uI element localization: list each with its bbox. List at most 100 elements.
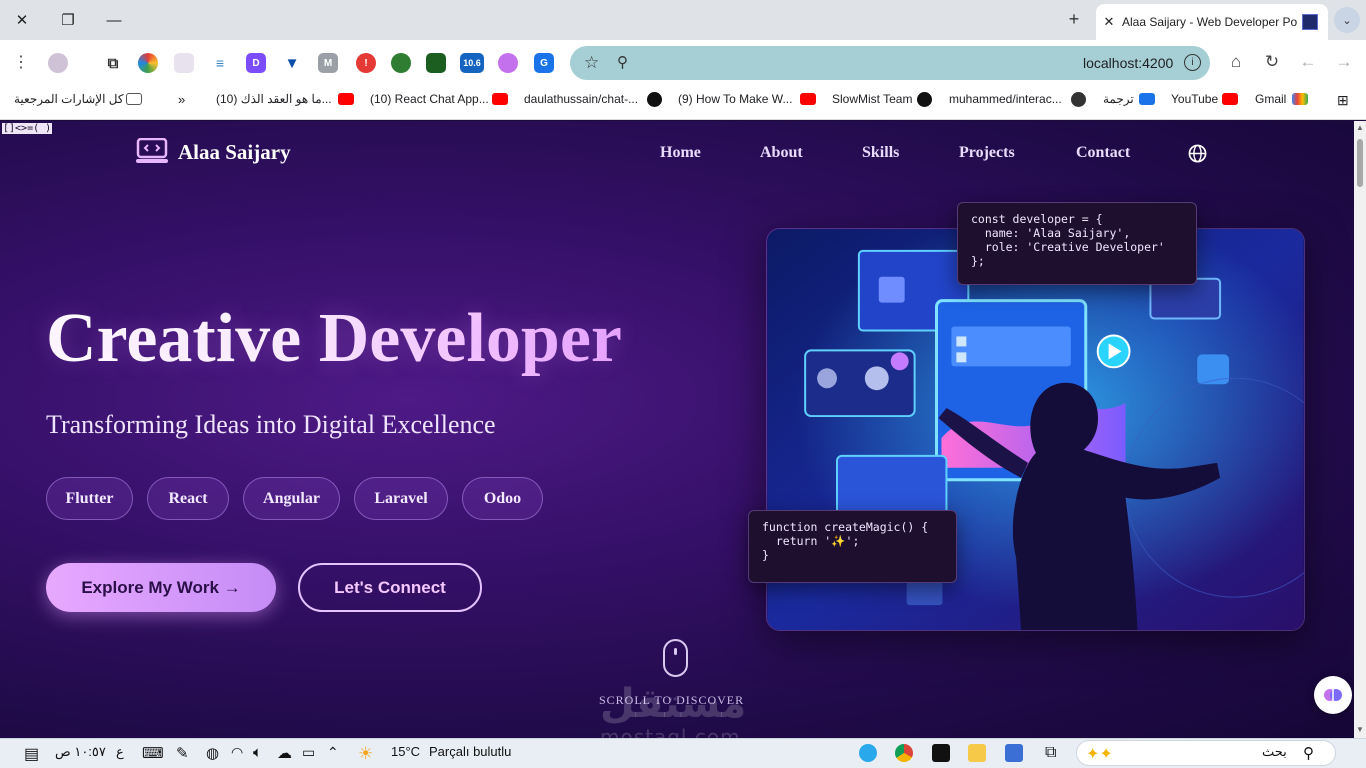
camera-icon[interactable]: ◍ [206,744,219,762]
weather-icon[interactable]: ☀ [358,744,373,764]
menu-dots-icon[interactable]: ⋮ [10,52,32,72]
chat-bubble-icon [1197,354,1230,385]
minimize-window-button[interactable]: — [100,8,128,32]
site-logo[interactable]: Alaa Saijary [178,140,291,165]
app-icon[interactable] [932,744,950,762]
taskbar-clock[interactable]: ١٠:٥٧ ص [55,744,106,760]
extensions-puzzle-icon[interactable]: ⧉ [103,53,123,73]
translate-extension-icon[interactable]: G [534,53,554,73]
tech-chip-flutter: Flutter [46,477,133,520]
site-info-icon[interactable]: i [1184,54,1201,71]
bookmark-youtube[interactable]: YouTube [1171,92,1218,106]
folder-icon [126,93,142,105]
site-permissions-icon[interactable]: ⚲ [617,53,628,71]
check-badge-icon [890,352,909,371]
tech-chip-angular: Angular [243,477,340,520]
profile-avatar[interactable] [48,53,68,73]
youtube-icon [1222,93,1238,105]
color-picker-extension-icon[interactable] [138,53,158,73]
chrome-icon[interactable] [895,744,913,762]
tab-title: Alaa Saijary - Web Developer Po [1122,15,1298,29]
volume-icon[interactable]: 🔈︎ [253,744,262,761]
close-tab-icon[interactable]: ✕ [1096,14,1122,30]
url-text[interactable]: localhost:4200 [1083,55,1173,71]
tech-chip-laravel: Laravel [354,477,448,520]
nav-about[interactable]: About [760,144,803,162]
bag-icon [878,276,905,303]
nav-skills[interactable]: Skills [862,144,899,162]
youtube-icon [492,93,508,105]
copilot-sparkle-icon[interactable]: ✦✦ [1086,744,1113,764]
translate-icon [1139,93,1155,105]
extension-icon[interactable] [174,53,194,73]
v-extension-icon[interactable]: ▼ [282,53,302,73]
input-language[interactable]: ع [116,744,124,760]
stripes-extension-icon[interactable]: ≡ [210,53,230,73]
bookmark-slowmist[interactable]: SlowMist Team [832,92,912,106]
code-snippet-create-magic: function createMagic() { return '✨'; } [748,510,957,583]
search-icon[interactable]: ⚲ [1303,744,1314,762]
lets-connect-button[interactable]: Let's Connect [298,563,482,612]
scroll-mouse-icon[interactable] [663,639,688,677]
restore-window-button[interactable]: ❐ [54,8,82,32]
mail-checker-extension-icon[interactable]: M [318,53,338,73]
tab-search-button[interactable]: ⌄ [1334,7,1360,33]
explore-work-button[interactable]: Explore My Work → [46,563,276,612]
nav-projects[interactable]: Projects [959,144,1015,162]
bookmark-translate[interactable]: ترجمة [1103,92,1134,106]
bookmark-how-to-make[interactable]: (9) How To Make W... [678,92,792,106]
evernote-extension-icon[interactable] [391,53,411,73]
cloud-icon[interactable]: ☁ [277,744,292,762]
close-window-button[interactable]: ✕ [8,8,36,32]
nav-contact[interactable]: Contact [1076,144,1130,162]
bookmark-daulathussain[interactable]: daulathussain/chat-... [524,92,638,106]
store-icon[interactable] [1005,744,1023,762]
forward-icon[interactable]: → [1333,52,1355,72]
bookmark-gmail[interactable]: Gmail [1255,92,1286,106]
active-tab[interactable]: ✕ Alaa Saijary - Web Developer Po [1096,4,1328,40]
checkbox-icon [956,352,967,363]
reload-icon[interactable]: ↻ [1261,52,1283,72]
notifications-icon[interactable]: ▤ [24,744,39,764]
language-globe-icon[interactable] [1188,144,1207,163]
wifi-icon[interactable]: ◠ [231,744,243,761]
scrollbar-thumb[interactable] [1357,139,1363,187]
pen-icon[interactable]: ✎ [176,744,189,762]
youtube-icon [338,93,354,105]
taskbar-search[interactable] [1076,740,1336,766]
hero-title: Creative Developer [46,300,622,377]
portfolio-page: []<>=( ) Alaa Saijary Home About Skills … [0,121,1354,738]
debug-text: []<>=( ) [2,123,53,134]
battery-icon[interactable]: ▭ [302,744,315,761]
checkbox-icon [956,336,967,347]
version-extension-icon[interactable]: 10.6 [460,53,484,73]
bookmark-react-chat[interactable]: (10) React Chat App... [370,92,489,106]
page-scrollbar[interactable]: ▲ ▼ [1354,121,1366,738]
all-bookmarks-link[interactable]: كل الإشارات المرجعية [14,92,124,106]
nav-home[interactable]: Home [660,144,701,162]
back-icon[interactable]: ← [1297,52,1319,72]
bookmark-star-icon[interactable]: ☆ [584,53,599,73]
telegram-icon[interactable] [859,744,877,762]
task-view-icon[interactable]: ⧉ [1045,744,1056,762]
weather-temp[interactable]: 15°C [391,744,420,759]
d-extension-icon[interactable]: D [246,53,266,73]
file-explorer-icon[interactable] [968,744,986,762]
laptop-code-icon[interactable] [136,138,168,164]
brain-extension-icon[interactable] [498,53,518,73]
alert-extension-icon[interactable]: ! [356,53,376,73]
android-extension-icon[interactable] [426,53,446,73]
home-icon[interactable]: ⌂ [1225,52,1247,72]
bookmark-muhammed[interactable]: muhammed/interac... [949,92,1062,106]
new-tab-button[interactable]: + [1063,9,1085,30]
weather-description[interactable]: Parçalı bulutlu [429,744,511,759]
code-snippet-developer: const developer = { name: 'Alaa Saijary'… [957,202,1197,285]
bookmarks-overflow-chevron[interactable]: » [178,92,185,107]
tech-chip-react: React [147,477,229,520]
show-hidden-icons-chevron[interactable]: ⌃ [327,744,339,761]
ai-assistant-floating-button[interactable] [1314,676,1352,714]
search-placeholder: بحث [1262,744,1287,759]
bookmark-smart-contract[interactable]: (10) ما هو العقد الذك... [216,92,332,106]
keyboard-icon[interactable]: ⌨ [142,744,164,762]
apps-grid-icon[interactable]: ⊞ [1337,92,1349,109]
